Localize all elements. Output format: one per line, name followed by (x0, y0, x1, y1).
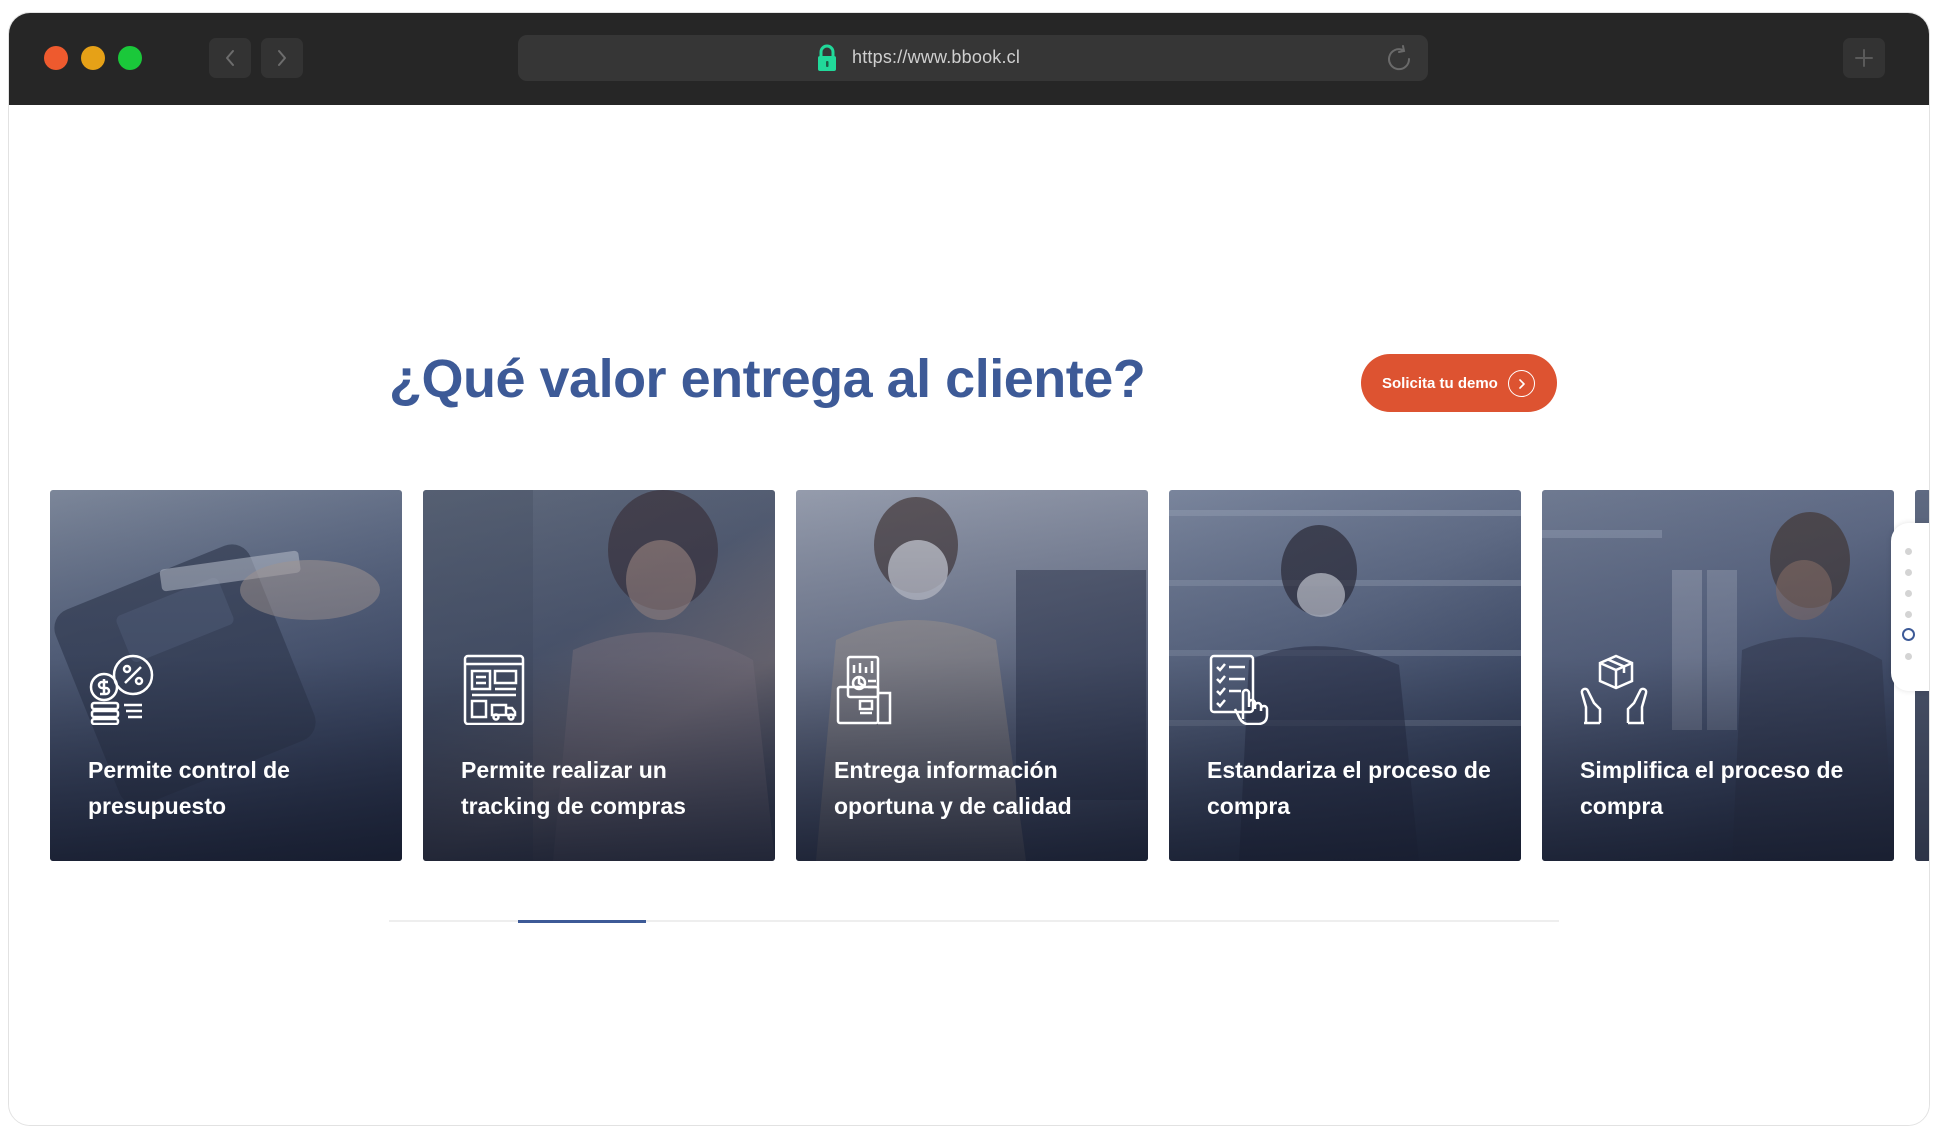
carousel-progress-indicator[interactable] (517, 920, 647, 923)
value-carousel[interactable]: Permite control de presupuesto Permite r… (50, 490, 1929, 861)
maximize-window-button[interactable] (118, 46, 142, 70)
card-label: Simplifica el proceso de compra (1580, 757, 1844, 819)
page-content: ¿Qué valor entrega al cliente? Solicita … (9, 105, 1929, 1125)
chevron-right-icon (278, 50, 286, 66)
browser-toolbar: https://www.bbook.cl (9, 13, 1929, 105)
budget-coins-icon (89, 654, 154, 725)
request-demo-label: Solicita tu demo (1382, 374, 1498, 392)
chevron-left-icon (226, 50, 234, 66)
address-bar[interactable]: https://www.bbook.cl (518, 35, 1428, 81)
value-card-tracking[interactable]: Permite realizar un tracking de compras (423, 490, 775, 861)
checklist-hand-icon (1209, 654, 1269, 725)
reload-icon[interactable] (1384, 44, 1414, 74)
pagination-dot[interactable] (1905, 590, 1912, 597)
value-card-budget[interactable]: Permite control de presupuesto (50, 490, 402, 861)
back-button[interactable] (209, 38, 251, 78)
minimize-window-button[interactable] (81, 46, 105, 70)
browser-window: https://www.bbook.cl ¿Qué valor entrega … (8, 12, 1930, 1126)
close-window-button[interactable] (44, 46, 68, 70)
new-tab-button[interactable] (1843, 38, 1885, 78)
request-demo-button[interactable]: Solicita tu demo (1361, 354, 1557, 412)
package-hands-icon (1580, 654, 1648, 725)
card-label: Permite control de presupuesto (88, 757, 290, 819)
lock-icon (818, 44, 836, 71)
value-card-standardize[interactable]: Estandariza el proceso de compra (1169, 490, 1521, 861)
section-title: ¿Qué valor entrega al cliente? (389, 349, 1146, 409)
chevron-right-circle-icon (1508, 370, 1535, 397)
carousel-progress-track[interactable] (389, 920, 1559, 923)
pagination-dot-active[interactable] (1902, 628, 1915, 641)
pagination-dot[interactable] (1905, 611, 1912, 618)
card-label: Entrega información oportuna y de calida… (834, 757, 1072, 819)
value-card-simplify[interactable]: Simplifica el proceso de compra (1542, 490, 1894, 861)
pagination-dot[interactable] (1905, 548, 1912, 555)
card-label: Estandariza el proceso de compra (1207, 757, 1491, 819)
report-documents-icon (836, 655, 892, 725)
pagination-dot[interactable] (1905, 569, 1912, 576)
url-text: https://www.bbook.cl (852, 47, 1021, 67)
value-card-information[interactable]: Entrega información oportuna y de calida… (796, 490, 1148, 861)
forward-button[interactable] (261, 38, 303, 78)
plus-icon (1855, 49, 1873, 67)
tracking-dashboard-icon (463, 654, 525, 725)
section-pagination (1891, 523, 1929, 691)
card-label: Permite realizar un tracking de compras (461, 757, 686, 819)
pagination-dot[interactable] (1905, 653, 1912, 660)
